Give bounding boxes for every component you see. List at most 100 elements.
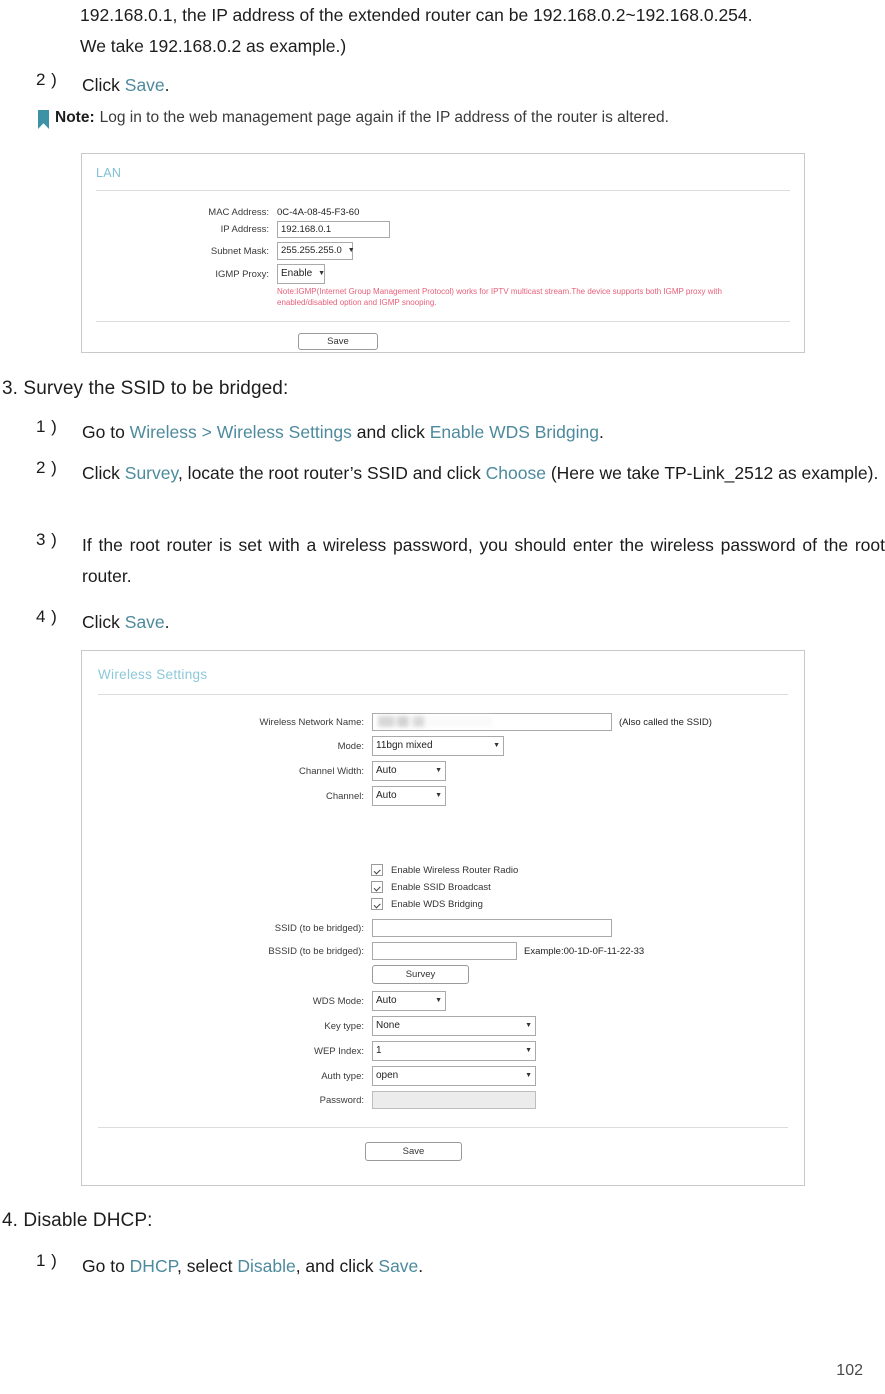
lan-save-button[interactable]: Save [298, 333, 378, 350]
wireless-row-channel-width: Channel Width: Auto ▼ [82, 761, 804, 781]
lan-ip-input[interactable]: 192.168.0.1 [277, 221, 390, 238]
lan-igmp-select[interactable]: Enable ▼ [277, 264, 325, 284]
checkbox-enable-ssid-broadcast[interactable] [371, 881, 383, 893]
wireless-row-ssid-bridged: SSID (to be bridged): [82, 919, 804, 937]
note-text: Log in to the web management page again … [99, 109, 669, 126]
chevron-down-icon: ▼ [435, 767, 442, 774]
checkbox-row-enable-radio[interactable]: Enable Wireless Router Radio [371, 864, 804, 876]
wireless-row-wds-mode: WDS Mode: Auto ▼ [82, 991, 804, 1011]
lan-subnet-label: Subnet Mask: [210, 245, 269, 257]
lan-igmp-label: IGMP Proxy: [215, 268, 269, 280]
chevron-down-icon: ▼ [435, 792, 442, 799]
step-prefix: Click [82, 75, 125, 95]
checkbox-label: Enable SSID Broadcast [391, 881, 491, 893]
lan-mac-label: MAC Address: [208, 207, 269, 218]
wireless-mode-select[interactable]: 11bgn mixed ▼ [372, 736, 504, 756]
text-run: Go to [82, 422, 130, 442]
wireless-row-network-name: Wireless Network Name: (Also called the … [82, 713, 804, 731]
choose-link[interactable]: Choose [486, 463, 546, 483]
lan-subnet-select[interactable]: 255.255.255.0 ▼ [277, 242, 355, 260]
wireless-wep-index-select[interactable]: 1 ▼ [372, 1041, 536, 1061]
dhcp-link[interactable]: DHCP [130, 1256, 177, 1276]
wireless-settings-panel: Wireless Settings Wireless Network Name:… [81, 650, 805, 1186]
list-item-number: 1 ) [36, 417, 58, 436]
list-item-body: Click Save. [82, 607, 436, 638]
text-run: . [598, 422, 604, 442]
survey-button[interactable]: Survey [372, 965, 469, 984]
wireless-bssid-example: Example:00-1D-0F-11-22-33 [524, 945, 645, 957]
survey-link[interactable]: Survey [125, 463, 178, 483]
wireless-settings-link[interactable]: Wireless Settings [217, 422, 352, 442]
chevron-down-icon: ▼ [435, 997, 442, 1004]
lan-igmp-value: Enable [281, 268, 313, 279]
lan-igmp-note: Note:IGMP(Internet Group Management Prot… [277, 287, 722, 307]
wireless-wds-mode-value: Auto [376, 995, 397, 1006]
lan-row-ip: IP Address: 192.168.0.1 [82, 221, 804, 238]
list-item-body: Click Save. [82, 70, 436, 101]
list-item-body: Click Survey, locate the root router’s S… [82, 458, 885, 489]
wireless-channel-label: Channel: [325, 790, 364, 802]
list-item-number: 3 ) [36, 530, 58, 549]
wireless-key-type-select[interactable]: None ▼ [372, 1016, 536, 1036]
note-callout: Note: Log in to the web management page … [38, 108, 669, 129]
list-item-click-save: 2 ) Click Save. [36, 70, 436, 101]
text-run: , select [177, 1256, 238, 1276]
text-run: > [196, 422, 217, 442]
chevron-down-icon: ▼ [525, 1022, 532, 1029]
wireless-password-input[interactable] [372, 1091, 536, 1109]
wireless-checkbox-group: Enable Wireless Router Radio Enable SSID… [371, 864, 804, 910]
list-item-number: 1 ) [36, 1251, 58, 1270]
wireless-network-name-hint: (Also called the SSID) [619, 716, 712, 728]
list-item-number: 2 ) [36, 458, 58, 477]
enable-wds-bridging-link[interactable]: Enable WDS Bridging [430, 422, 599, 442]
wireless-auth-type-select[interactable]: open ▼ [372, 1066, 536, 1086]
redacted-ssid-value [378, 716, 493, 727]
wireless-row-channel: Channel: Auto ▼ [82, 786, 804, 806]
wireless-network-name-label: Wireless Network Name: [259, 716, 364, 728]
wireless-form: Wireless Network Name: (Also called the … [82, 695, 804, 1109]
checkbox-label: Enable WDS Bridging [391, 898, 483, 910]
checkbox-label: Enable Wireless Router Radio [391, 864, 519, 876]
checkbox-enable-wds-bridging[interactable] [371, 898, 383, 910]
intro-line-2: We take 192.168.0.2 as example.) [80, 36, 347, 56]
wireless-channel-select[interactable]: Auto ▼ [372, 786, 446, 806]
wireless-wds-mode-select[interactable]: Auto ▼ [372, 991, 446, 1011]
chevron-down-icon: ▼ [347, 247, 355, 254]
lan-mac-value: 0C-4A-08-45-F3-60 [277, 207, 360, 218]
wireless-save-button[interactable]: Save [365, 1142, 462, 1161]
wireless-key-type-value: None [376, 1020, 400, 1031]
lan-ip-label: IP Address: [220, 224, 269, 235]
wireless-ssid-bridged-input[interactable] [372, 919, 612, 937]
wireless-row-auth-type: Auth type: open ▼ [82, 1066, 804, 1086]
wireless-bssid-bridged-label: BSSID (to be bridged): [268, 945, 364, 957]
wireless-network-name-input[interactable] [372, 713, 612, 731]
save-link[interactable]: Save [125, 75, 165, 95]
wireless-key-type-label: Key type: [324, 1020, 364, 1032]
wireless-mode-value: 11bgn mixed [376, 740, 433, 751]
disable-link[interactable]: Disable [237, 1256, 295, 1276]
wireless-channel-width-select[interactable]: Auto ▼ [372, 761, 446, 781]
wireless-bssid-bridged-input[interactable] [372, 942, 517, 960]
wireless-link[interactable]: Wireless [130, 422, 197, 442]
intro-line-1: 192.168.0.1, the IP address of the exten… [80, 5, 753, 25]
text-run: . [418, 1256, 424, 1276]
lan-row-igmp: IGMP Proxy: Enable ▼ [82, 264, 804, 284]
lan-save-row: Save [82, 322, 804, 350]
save-link[interactable]: Save [125, 612, 165, 632]
text-run: Click [82, 463, 125, 483]
intro-paragraph: 192.168.0.1, the IP address of the exten… [80, 0, 883, 62]
text-run: , and click [295, 1256, 379, 1276]
save-link[interactable]: Save [378, 1256, 418, 1276]
checkbox-row-wds-bridging[interactable]: Enable WDS Bridging [371, 898, 804, 910]
checkbox-row-ssid-broadcast[interactable]: Enable SSID Broadcast [371, 881, 804, 893]
checkbox-enable-wireless-router-radio[interactable] [371, 864, 383, 876]
text-run: (Here we take TP-Link_2512 as example). [545, 463, 879, 483]
wireless-channel-width-label: Channel Width: [299, 765, 364, 777]
wireless-row-bssid-bridged: BSSID (to be bridged): Example:00-1D-0F-… [82, 942, 804, 960]
list-item-3-3: 3 ) If the root router is set with a wir… [36, 530, 885, 592]
wireless-channel-value: Auto [376, 790, 397, 801]
wireless-row-mode: Mode: 11bgn mixed ▼ [82, 736, 804, 756]
lan-subnet-value: 255.255.255.0 [281, 245, 342, 256]
text-run: and click [351, 422, 430, 442]
wireless-wep-index-label: WEP Index: [314, 1045, 364, 1057]
